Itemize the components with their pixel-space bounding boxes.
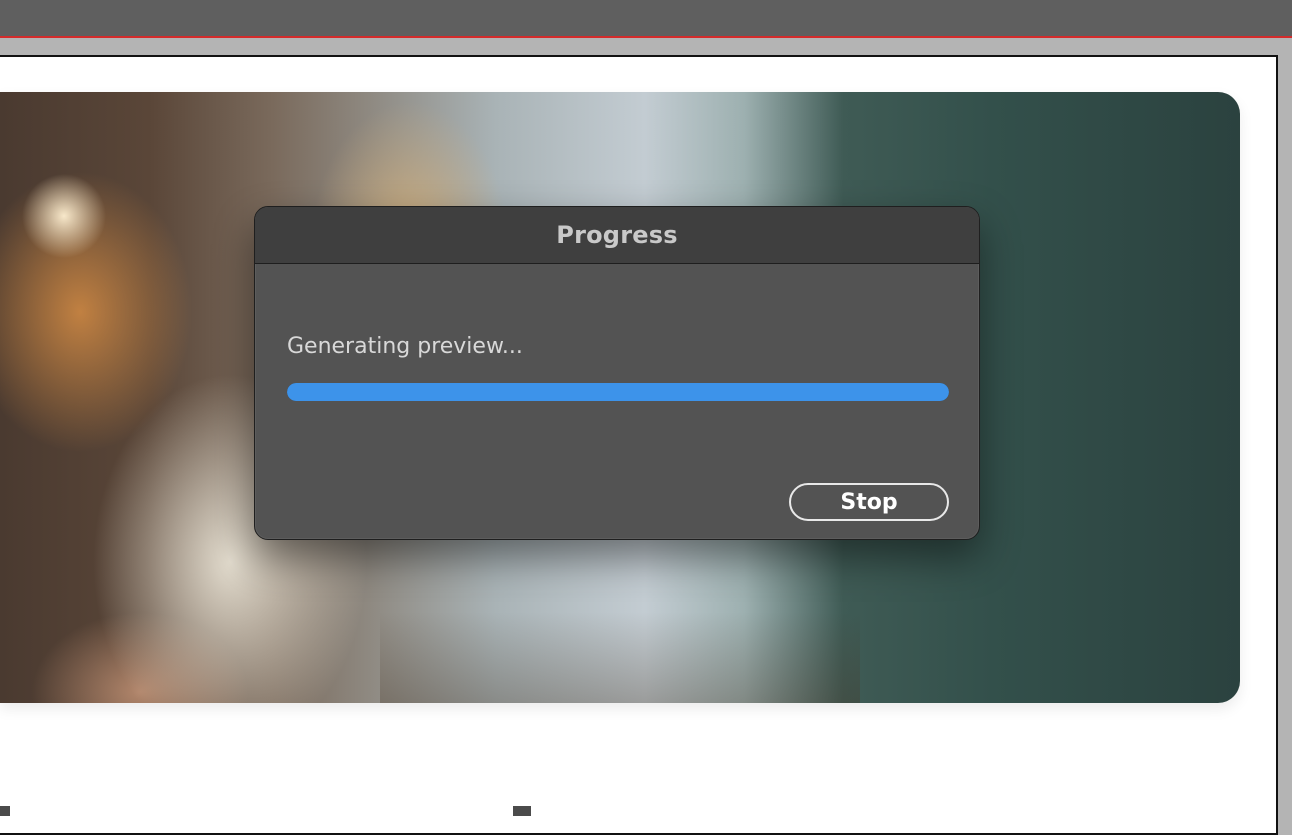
- dialog-titlebar: Progress: [255, 207, 979, 264]
- hero-image-shade: [380, 612, 860, 703]
- progress-bar: [287, 383, 949, 401]
- stop-button[interactable]: Stop: [789, 483, 949, 521]
- progress-dialog: Progress Generating preview... Stop: [254, 206, 980, 540]
- progress-bar-fill: [287, 383, 949, 401]
- progress-status-text: Generating preview...: [287, 334, 523, 359]
- partial-heading-glyph: [513, 806, 531, 816]
- app-top-bar: [0, 0, 1292, 38]
- partial-heading-glyph: [0, 806, 10, 816]
- dialog-title: Progress: [556, 221, 678, 249]
